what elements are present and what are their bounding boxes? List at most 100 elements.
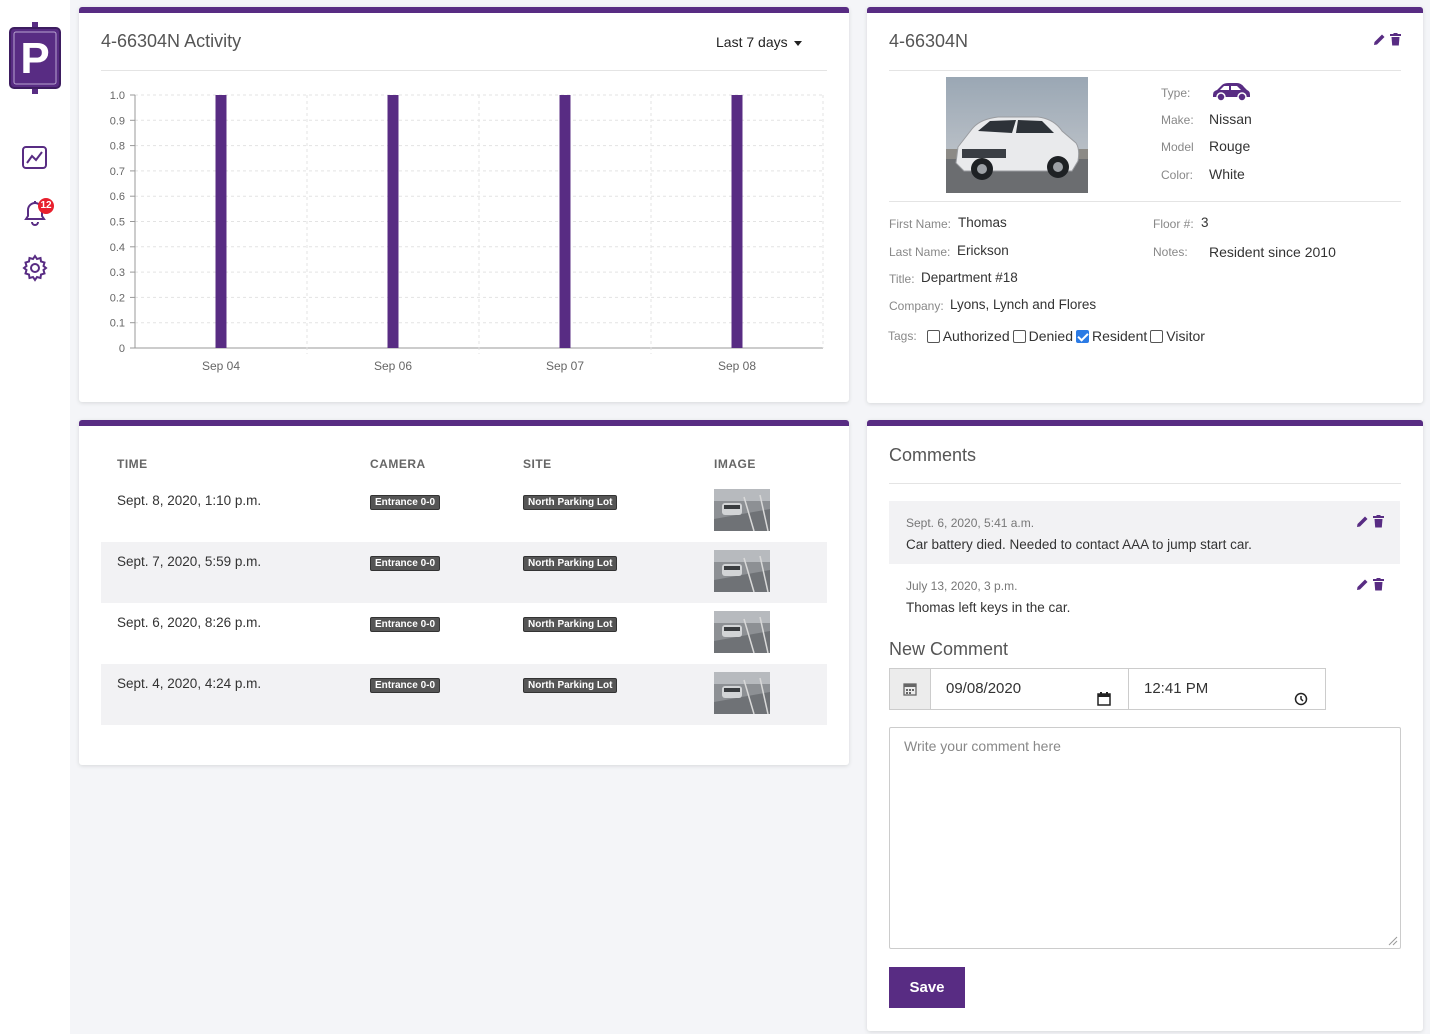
- edit-icon[interactable]: [1373, 33, 1386, 46]
- logo[interactable]: P: [9, 22, 61, 94]
- date-picker-icon[interactable]: [1097, 682, 1111, 722]
- type-label: Type:: [1161, 86, 1191, 100]
- sidebar: P 12: [0, 0, 70, 1034]
- y-tick-label: 0.6: [110, 191, 125, 203]
- tag-label: Denied: [1028, 328, 1073, 344]
- vehicle-photo: [946, 77, 1088, 193]
- floor-label: Floor #:: [1153, 217, 1194, 231]
- comment-date: Sept. 6, 2020, 5:41 a.m.: [906, 516, 1035, 530]
- make-value: Nissan: [1209, 111, 1252, 127]
- time-cell: Sept. 6, 2020, 8:26 p.m.: [117, 615, 262, 630]
- table-row[interactable]: Sept. 4, 2020, 4:24 p.m. Entrance 0-0 No…: [101, 664, 827, 725]
- color-label: Color:: [1161, 168, 1194, 182]
- divider: [101, 70, 827, 71]
- first-name-value: Thomas: [958, 215, 1007, 230]
- camera-badge[interactable]: Entrance 0-0: [370, 617, 441, 632]
- time-cell: Sept. 8, 2020, 1:10 p.m.: [117, 493, 262, 508]
- tag-resident[interactable]: Resident: [1076, 328, 1147, 344]
- time-input[interactable]: 12:41 PM: [1129, 669, 1325, 709]
- site-badge[interactable]: North Parking Lot: [523, 678, 618, 693]
- capture-thumbnail[interactable]: [714, 611, 770, 654]
- tag-visitor[interactable]: Visitor: [1150, 328, 1205, 344]
- vehicle-plate: 4-66304N: [889, 31, 969, 51]
- capture-thumbnail[interactable]: [714, 489, 770, 532]
- bar[interactable]: [387, 95, 399, 348]
- site-badge[interactable]: North Parking Lot: [523, 556, 618, 571]
- bar[interactable]: [559, 95, 571, 348]
- last-name-value: Erickson: [957, 243, 1009, 258]
- site-badge[interactable]: North Parking Lot: [523, 495, 618, 510]
- time-cell: Sept. 7, 2020, 5:59 p.m.: [117, 554, 262, 569]
- trash-icon[interactable]: [1373, 515, 1386, 528]
- tag-label: Authorized: [942, 328, 1010, 344]
- comment-item: July 13, 2020, 3 p.m. Thomas left keys i…: [889, 564, 1400, 627]
- new-comment-title: New Comment: [889, 639, 1009, 659]
- range-label: Last 7 days: [716, 34, 788, 50]
- trash-icon[interactable]: [1390, 33, 1403, 46]
- time-cell: Sept. 4, 2020, 4:24 p.m.: [117, 676, 262, 691]
- capture-thumbnail[interactable]: [714, 672, 770, 715]
- capture-thumbnail[interactable]: [714, 550, 770, 593]
- checkbox[interactable]: [1076, 329, 1089, 343]
- y-tick-label: 0.7: [110, 166, 125, 178]
- column-header-image[interactable]: IMAGE: [714, 457, 756, 471]
- x-tick-label: Sep 06: [374, 359, 412, 373]
- tag-denied[interactable]: Denied: [1012, 328, 1073, 344]
- trash-icon[interactable]: [1373, 578, 1386, 591]
- tag-label: Resident: [1092, 328, 1148, 344]
- edit-icon[interactable]: [1356, 578, 1369, 591]
- bar[interactable]: [731, 95, 743, 348]
- comment-text: Car battery died. Needed to contact AAA …: [906, 537, 1252, 552]
- tag-authorized[interactable]: Authorized: [926, 328, 1010, 344]
- analytics-icon[interactable]: [20, 143, 50, 173]
- activity-title: 4-66304N Activity: [101, 31, 242, 51]
- color-value: White: [1209, 166, 1245, 182]
- tags-row: Tags: Authorized Denied Resident Visitor: [888, 328, 1208, 344]
- divider: [889, 70, 1401, 71]
- calendar-icon: [890, 669, 931, 709]
- gear-icon[interactable]: [20, 253, 50, 283]
- make-label: Make:: [1161, 113, 1194, 127]
- y-tick-label: 0.3: [110, 267, 125, 279]
- save-button[interactable]: Save: [889, 967, 965, 1008]
- date-input[interactable]: 09/08/2020: [931, 669, 1129, 709]
- datetime-group: 09/08/2020 12:41 PM: [889, 668, 1326, 710]
- edit-icon[interactable]: [1356, 515, 1369, 528]
- y-tick-label: 0.2: [110, 292, 125, 304]
- logo-letter: P: [20, 34, 50, 83]
- floor-value: 3: [1201, 215, 1209, 230]
- bar[interactable]: [215, 95, 227, 348]
- time-value: 12:41 PM: [1144, 680, 1209, 697]
- x-tick-label: Sep 04: [202, 359, 240, 373]
- model-value: Rouge: [1209, 138, 1251, 154]
- table-row[interactable]: Sept. 8, 2020, 1:10 p.m. Entrance 0-0 No…: [101, 481, 827, 542]
- checkbox[interactable]: [1012, 329, 1026, 343]
- title-value: Department #18: [921, 270, 1018, 285]
- camera-badge[interactable]: Entrance 0-0: [370, 495, 441, 510]
- table-row[interactable]: Sept. 6, 2020, 8:26 p.m. Entrance 0-0 No…: [101, 603, 827, 664]
- comment-item: Sept. 6, 2020, 5:41 a.m. Car battery die…: [889, 501, 1400, 564]
- company-value: Lyons, Lynch and Flores: [950, 297, 1097, 312]
- company-label: Company:: [889, 299, 944, 313]
- column-header-time[interactable]: TIME: [117, 457, 148, 471]
- chevron-down-icon: [793, 40, 802, 46]
- x-tick-label: Sep 08: [718, 359, 756, 373]
- comment-placeholder: Write your comment here: [904, 738, 1061, 754]
- y-tick-label: 0.5: [110, 217, 125, 229]
- comment-date: July 13, 2020, 3 p.m.: [906, 579, 1018, 593]
- resize-handle-icon[interactable]: [1388, 936, 1398, 946]
- camera-badge[interactable]: Entrance 0-0: [370, 678, 441, 693]
- comment-textarea[interactable]: Write your comment here: [889, 727, 1401, 949]
- clock-icon[interactable]: [1294, 682, 1308, 722]
- column-header-camera[interactable]: CAMERA: [370, 457, 426, 471]
- first-name-label: First Name:: [889, 217, 952, 231]
- range-dropdown[interactable]: Last 7 days: [716, 34, 802, 50]
- camera-badge[interactable]: Entrance 0-0: [370, 556, 441, 571]
- checkbox[interactable]: [1150, 329, 1164, 343]
- column-header-site[interactable]: SITE: [523, 457, 552, 471]
- table-row[interactable]: Sept. 7, 2020, 5:59 p.m. Entrance 0-0 No…: [101, 542, 827, 603]
- comments-title: Comments: [889, 445, 977, 465]
- car-icon: [1211, 82, 1251, 107]
- checkbox[interactable]: [926, 329, 940, 343]
- site-badge[interactable]: North Parking Lot: [523, 617, 618, 632]
